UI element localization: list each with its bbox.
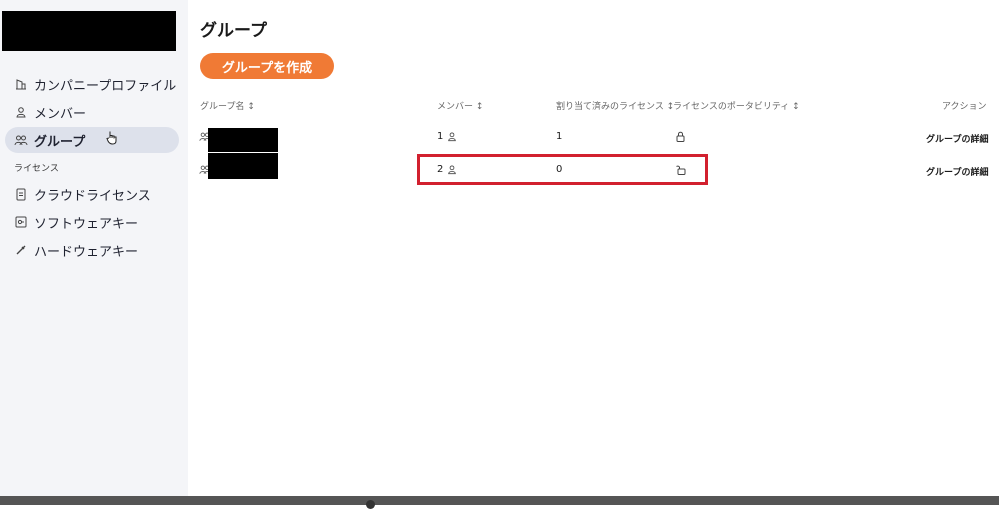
hand-cursor-icon [106,130,119,149]
redacted-group-name [208,153,278,179]
cloud-license-icon [14,187,28,201]
sidebar-item-cloud-license[interactable]: クラウドライセンス [5,181,179,207]
group-details-link[interactable]: グループの詳細 [926,132,988,145]
sidebar-item-software-key[interactable]: ソフトウェアキー [5,209,179,235]
sidebar-item-company-profile[interactable]: カンパニープロファイル [5,71,179,97]
create-group-button[interactable]: グループを作成 [200,53,334,79]
license-section-label: ライセンス [14,164,59,174]
sidebar-item-label: カンパニープロファイル [34,78,177,94]
column-header-members[interactable]: メンバー ↕ [437,99,483,112]
column-header-license-portability[interactable]: ライセンスのポータビリティ ↕ [673,99,800,112]
person-icon [14,105,28,119]
lock-icon [676,131,685,142]
sidebar-item-label: クラウドライセンス [34,188,151,204]
column-header-actions: アクション [942,102,987,112]
sidebar-item-members[interactable]: メンバー [5,99,179,125]
sidebar-item-label: ソフトウェアキー [34,216,139,232]
sidebar-item-label: グループ [34,134,86,150]
redacted-logo [2,11,176,51]
page-title: グループ [200,21,267,41]
highlight-box [417,154,708,185]
member-count-value: 1 [437,131,444,142]
sidebar-item-label: メンバー [34,106,87,122]
redacted-group-name [208,128,278,152]
sidebar-item-groups[interactable]: グループ [5,127,179,153]
column-header-group-name[interactable]: グループ名 ↕ [200,99,255,112]
hardware-key-icon [14,243,28,257]
group-icon [14,133,28,147]
sidebar: カンパニープロファイル メンバー グループ ライセンス クラウドライセンス ソフ… [0,0,188,496]
software-key-icon [14,215,28,229]
sidebar-item-hardware-key[interactable]: ハードウェアキー [5,237,179,263]
group-details-link[interactable]: グループの詳細 [926,165,988,178]
sidebar-item-label: ハードウェアキー [34,244,139,260]
column-header-assigned-licenses[interactable]: 割り当て済みのライセンス ↕ [556,99,674,112]
assigned-license-count: 1 [556,131,563,142]
bottom-bar [0,496,999,509]
member-count: 1 [437,131,457,142]
building-icon [14,77,28,91]
person-icon [448,132,457,142]
